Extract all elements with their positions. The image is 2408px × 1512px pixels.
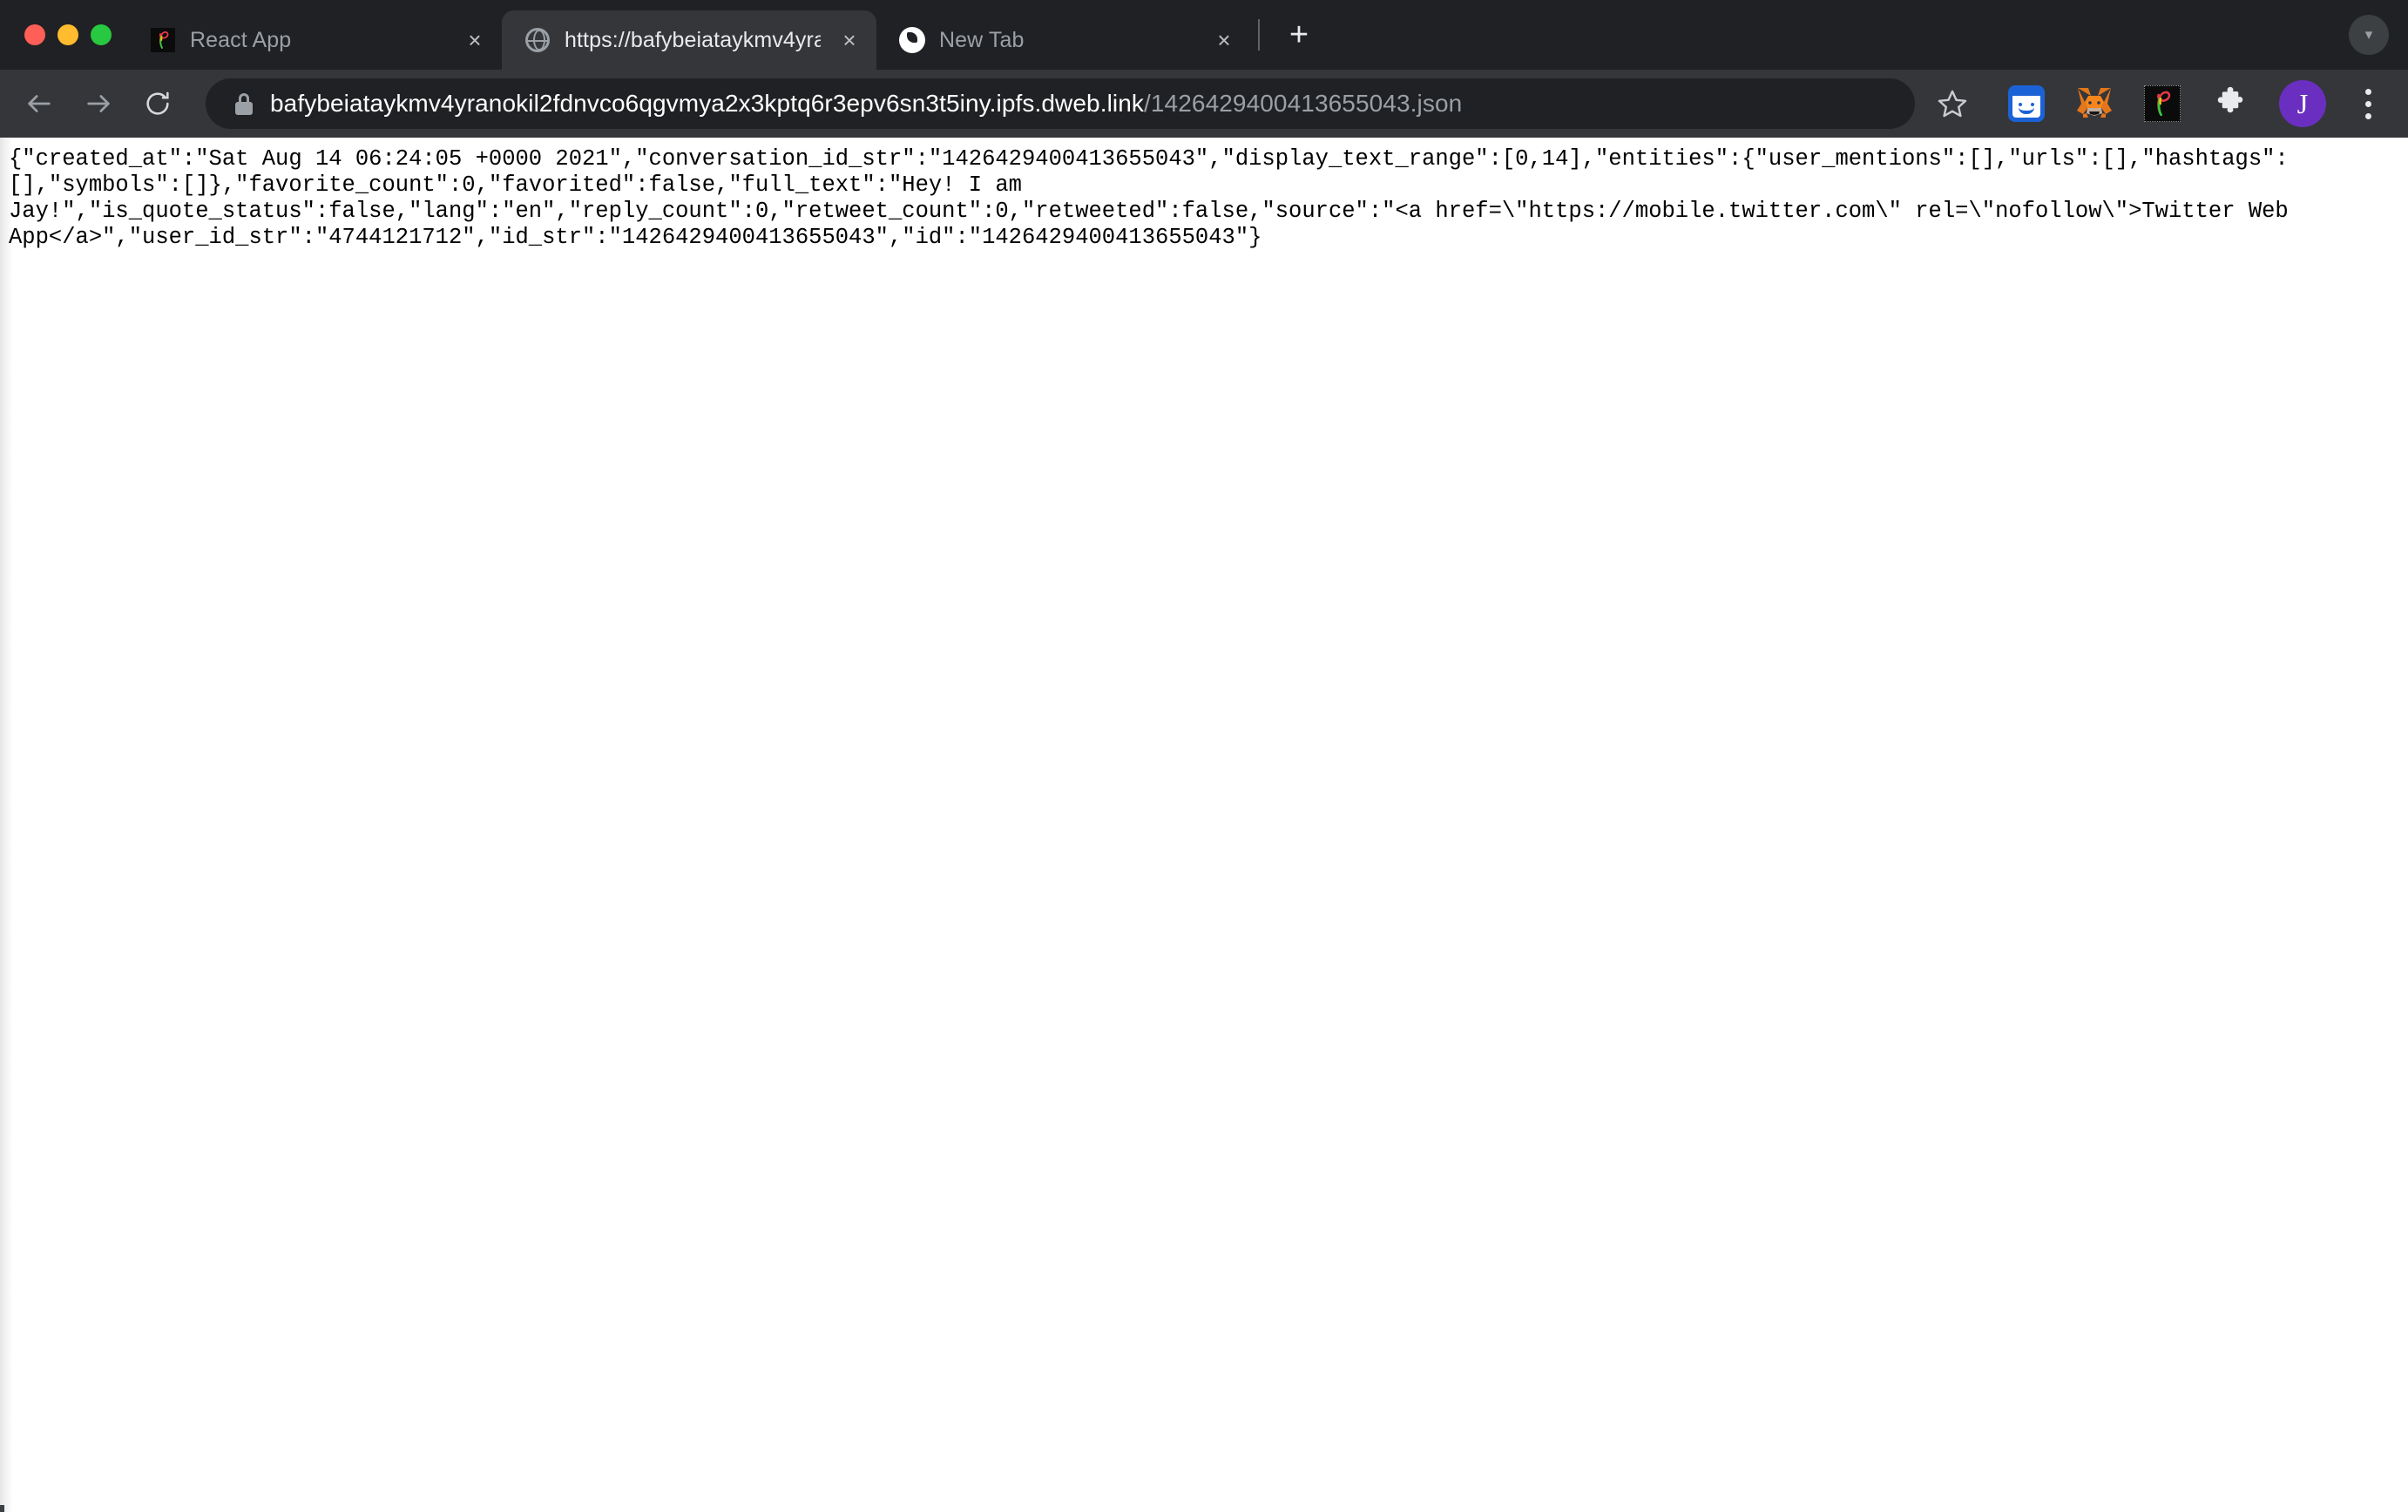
keeper-password-manager-icon[interactable] [2004, 81, 2049, 126]
minimize-window-button[interactable] [57, 24, 78, 45]
page-viewport: {"created_at":"Sat Aug 14 06:24:05 +0000… [0, 138, 2408, 1512]
tab-close-button[interactable]: × [835, 25, 864, 55]
maximize-window-button[interactable] [91, 24, 112, 45]
address-bar-url: bafybeiataykmv4yranokil2fdnvco6qgvmya2x3… [270, 90, 1462, 118]
globe-icon [524, 27, 551, 53]
profile-avatar[interactable]: J [2279, 80, 2326, 127]
chevron-down-icon[interactable]: ▾ [2349, 15, 2389, 55]
tab-react-app[interactable]: React App × [127, 10, 502, 70]
star-icon[interactable] [1927, 78, 1978, 129]
viewport-corner-mark [0, 1505, 4, 1512]
tab-title: https://bafybeiataykmv4yranok [565, 27, 821, 52]
new-tab-button[interactable]: + [1275, 11, 1322, 58]
tab-strip-right: ▾ [2349, 0, 2408, 70]
tab-title: React App [190, 27, 292, 52]
close-window-button[interactable] [24, 24, 45, 45]
reload-icon[interactable] [131, 77, 185, 131]
forward-arrow-icon[interactable] [71, 77, 125, 131]
tab-ipfs-json[interactable]: https://bafybeiataykmv4yranok × [502, 10, 876, 70]
tab-title: New Tab [939, 27, 1025, 52]
tab-separator [1258, 19, 1260, 51]
brave-icon [899, 27, 925, 53]
tab-close-button[interactable]: × [1209, 25, 1239, 55]
url-path: /1426429400413655043.json [1144, 90, 1463, 117]
browser-toolbar: bafybeiataykmv4yranokil2fdnvco6qgvmya2x3… [0, 70, 2408, 138]
lock-icon [235, 92, 253, 115]
metamask-fox-icon[interactable] [2072, 81, 2117, 126]
url-host: bafybeiataykmv4yranokil2fdnvco6qgvmya2x3… [270, 90, 1144, 117]
extensions-puzzle-icon[interactable] [2208, 81, 2253, 126]
kebab-menu-icon[interactable] [2345, 79, 2391, 128]
react-icon [150, 27, 176, 53]
tab-strip: React App × https://bafybeiataykmv4yrano… [0, 0, 2408, 70]
address-bar[interactable]: bafybeiataykmv4yranokil2fdnvco6qgvmya2x3… [206, 78, 1915, 129]
browser-window: React App × https://bafybeiataykmv4yrano… [0, 0, 2408, 1512]
tab-new-tab[interactable]: New Tab × [876, 10, 1251, 70]
json-response-body: {"created_at":"Sat Aug 14 06:24:05 +0000… [9, 146, 2303, 250]
react-devtools-icon[interactable] [2140, 81, 2185, 126]
window-controls [16, 0, 127, 70]
page-left-shadow [0, 138, 12, 1512]
tab-close-button[interactable]: × [460, 25, 490, 55]
tab-list: React App × https://bafybeiataykmv4yrano… [127, 0, 1322, 70]
back-arrow-icon[interactable] [12, 77, 66, 131]
